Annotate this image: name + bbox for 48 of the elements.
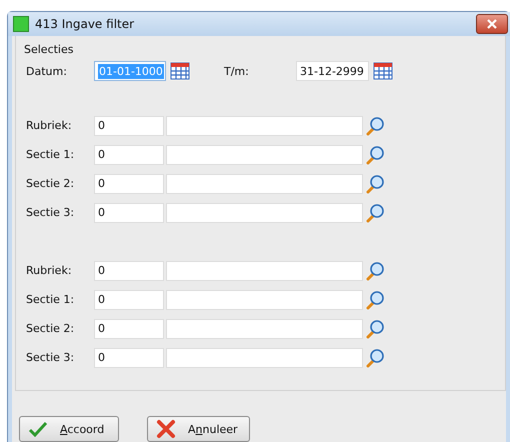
description-field[interactable] xyxy=(166,260,363,280)
field-label: Rubriek: xyxy=(26,264,73,277)
calendar-icon[interactable] xyxy=(170,62,190,80)
search-icon[interactable] xyxy=(365,318,385,338)
code-field[interactable]: 0 xyxy=(94,290,164,310)
date-field[interactable]: 31-12-2999 xyxy=(296,61,369,81)
field-label: T/m: xyxy=(224,64,250,78)
description-field[interactable] xyxy=(166,116,363,136)
search-icon[interactable] xyxy=(365,260,385,280)
search-icon[interactable] xyxy=(365,202,385,222)
close-button[interactable] xyxy=(476,14,508,34)
description-field[interactable] xyxy=(166,144,363,164)
description-field[interactable] xyxy=(166,202,363,222)
field-label: Rubriek: xyxy=(26,119,73,132)
code-field[interactable]: 0 xyxy=(94,318,164,338)
field-value: 31-12-2999 xyxy=(300,64,364,78)
description-field[interactable] xyxy=(166,348,363,368)
accept-button[interactable]: Accoord xyxy=(19,416,119,442)
group-title: Selecties xyxy=(23,43,74,56)
app-icon xyxy=(13,16,29,32)
search-icon[interactable] xyxy=(365,144,385,164)
search-icon[interactable] xyxy=(365,290,385,310)
cross-icon xyxy=(156,419,176,439)
description-field[interactable] xyxy=(166,318,363,338)
calendar-icon[interactable] xyxy=(373,62,393,80)
field-label: Sectie 2: xyxy=(26,322,76,335)
code-field[interactable]: 0 xyxy=(94,144,164,164)
field-label: Sectie 3: xyxy=(26,351,76,364)
cancel-button[interactable]: Annuleer xyxy=(147,416,250,442)
code-field[interactable]: 0 xyxy=(94,174,164,194)
search-icon[interactable] xyxy=(365,116,385,136)
description-field[interactable] xyxy=(166,174,363,194)
code-field[interactable]: 0 xyxy=(94,348,164,368)
field-label: Sectie 1: xyxy=(26,148,76,161)
checkmark-icon xyxy=(28,421,48,437)
field-label: Sectie 3: xyxy=(26,206,76,219)
selected-text: 01-01-1000 xyxy=(98,64,164,78)
code-field[interactable]: 0 xyxy=(94,260,164,280)
description-field[interactable] xyxy=(166,290,363,310)
close-icon xyxy=(487,19,497,29)
field-label: Datum: xyxy=(26,64,68,78)
search-icon[interactable] xyxy=(365,174,385,194)
window-title: 413 Ingave filter xyxy=(35,17,136,31)
search-icon[interactable] xyxy=(365,348,385,368)
code-field[interactable]: 0 xyxy=(94,202,164,222)
field-label: Sectie 1: xyxy=(26,293,76,306)
field-label: Sectie 2: xyxy=(26,177,76,190)
code-field[interactable]: 0 xyxy=(94,116,164,136)
